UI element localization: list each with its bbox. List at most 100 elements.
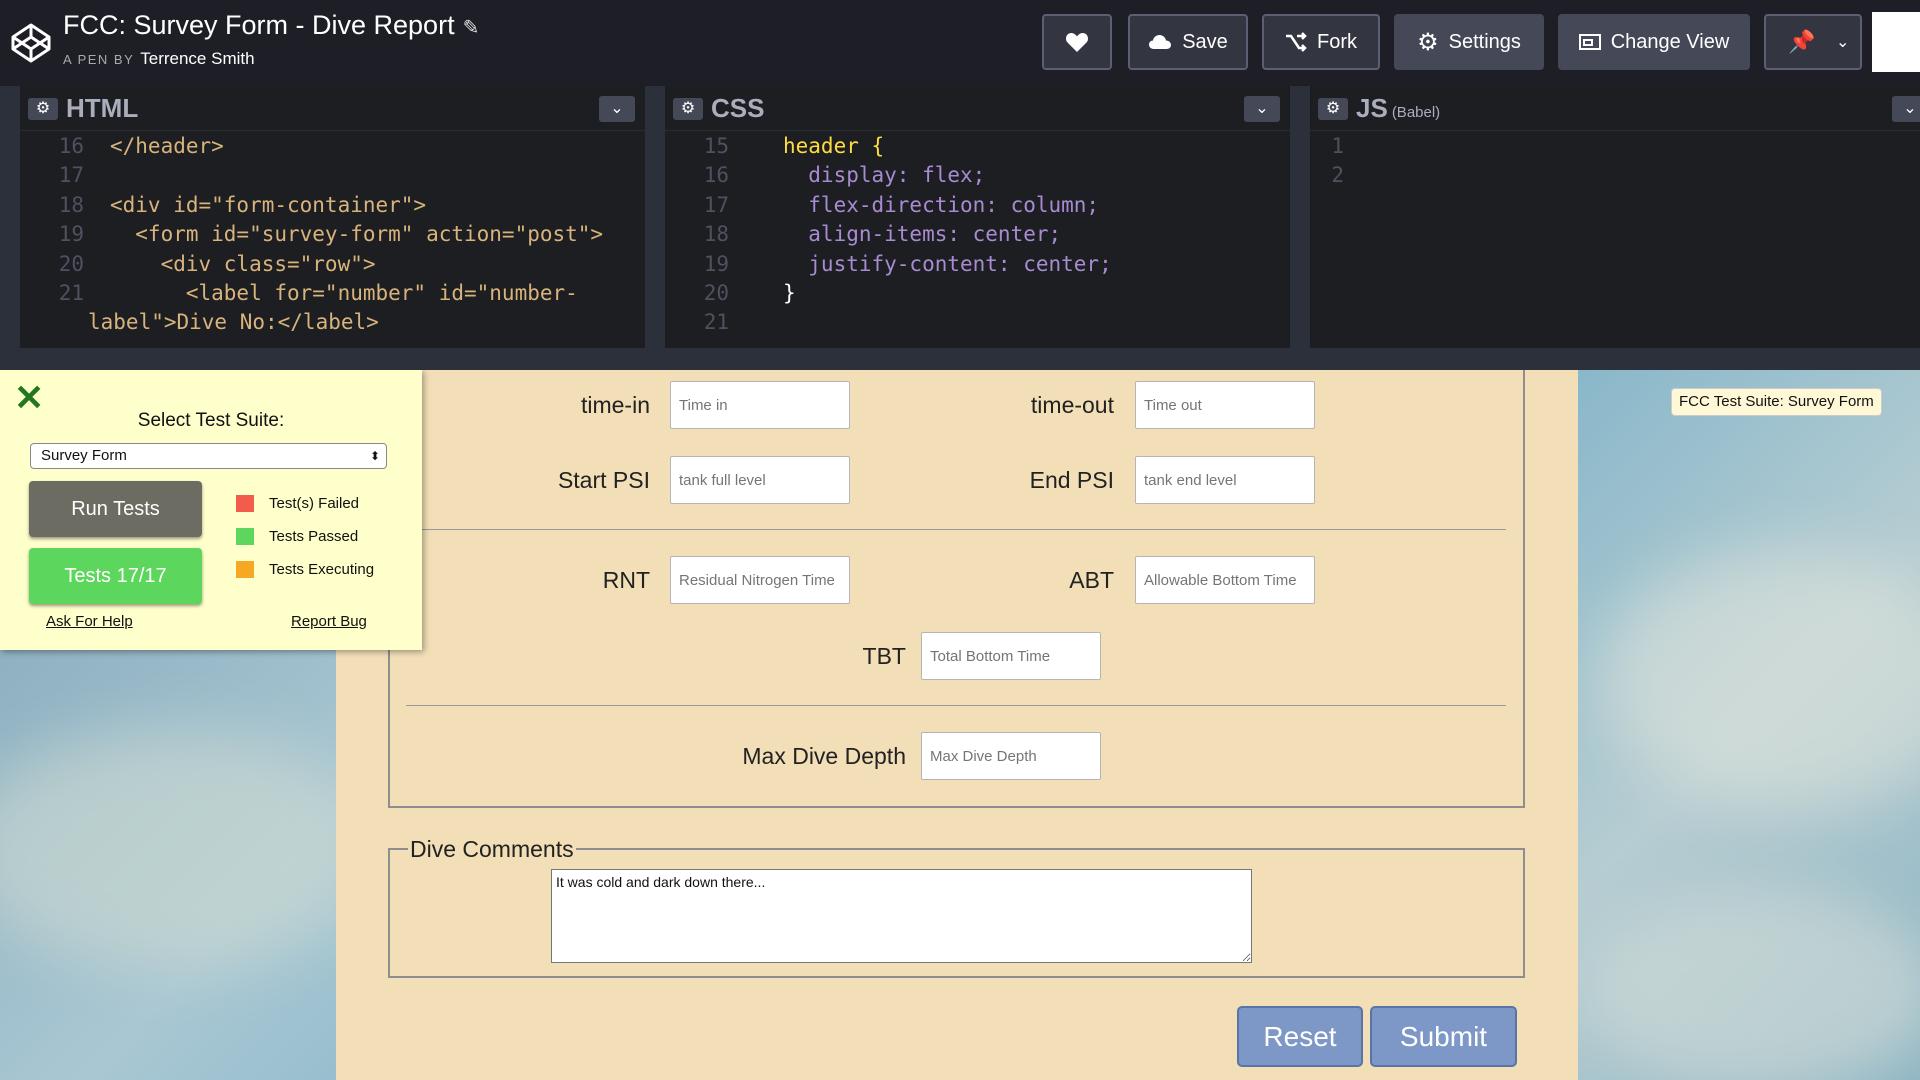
css-panel-title: CSS — [711, 93, 765, 123]
editor-resize-bar[interactable] — [0, 348, 1920, 370]
like-button[interactable] — [1042, 14, 1112, 70]
background-image — [1580, 890, 1920, 1080]
abt-input[interactable] — [1135, 556, 1315, 604]
test-suite-panel: ✕ Select Test Suite: Survey Form ⬍ Run T… — [0, 370, 422, 650]
settings-button[interactable]: ⚙ Settings — [1394, 14, 1544, 70]
code-line: align-items: center; — [783, 222, 1062, 246]
background-image — [0, 730, 380, 970]
line-number: 16 — [703, 163, 729, 187]
legend-executing-label: Tests Executing — [269, 561, 375, 578]
css-collapse-chevron-icon[interactable]: ⌄ — [1244, 96, 1280, 122]
line-number: 16 — [58, 134, 84, 158]
code-line: <label for="number" id="number- — [110, 281, 578, 305]
chevron-down-icon[interactable]: ⌄ — [1836, 32, 1849, 52]
codepen-logo-icon[interactable] — [10, 22, 52, 64]
js-collapse-chevron-icon[interactable]: ⌄ — [1892, 96, 1920, 122]
code-line: </header> — [110, 134, 224, 158]
code-line: } — [783, 281, 796, 305]
tbt-input[interactable] — [921, 632, 1101, 680]
end-psi-label: End PSI — [1029, 467, 1114, 493]
html-code[interactable]: 16 </header> 17 18 <div id="form-contain… — [20, 132, 645, 348]
save-label: Save — [1182, 30, 1228, 53]
layout-icon — [1578, 34, 1601, 50]
fork-icon — [1286, 32, 1307, 52]
ask-for-help-link[interactable]: Ask For Help — [46, 613, 133, 630]
line-number: 19 — [58, 222, 84, 246]
code-line: display: flex; — [783, 163, 986, 187]
fork-button[interactable]: Fork — [1262, 14, 1380, 70]
fork-label: Fork — [1317, 30, 1357, 53]
code-line: <div class="row"> — [110, 252, 376, 276]
test-suite-toggle[interactable]: FCC Test Suite: Survey Form — [1671, 388, 1882, 416]
test-suite-title: Select Test Suite: — [137, 410, 285, 431]
rnt-label: RNT — [602, 567, 650, 593]
comments-legend: Dive Comments — [408, 836, 576, 863]
js-code[interactable]: 1 2 — [1310, 132, 1920, 348]
preview-frame: time-in time-out Start PSI End PSI RNT A… — [0, 370, 1920, 1080]
test-suite-select[interactable]: Survey Form ⬍ — [30, 443, 387, 469]
css-settings-gear-icon[interactable]: ⚙ — [673, 98, 703, 120]
settings-label: Settings — [1448, 30, 1521, 53]
reset-button[interactable]: Reset — [1237, 1006, 1363, 1067]
end-psi-input[interactable] — [1135, 456, 1315, 504]
time-out-label: time-out — [1030, 392, 1114, 418]
rnt-input[interactable] — [670, 556, 850, 604]
submit-button[interactable]: Submit — [1370, 1006, 1517, 1067]
pen-title[interactable]: FCC: Survey Form - Dive Report ✎ — [63, 10, 479, 41]
start-psi-input[interactable] — [670, 456, 850, 504]
js-subtitle: (Babel) — [1391, 104, 1441, 121]
time-out-input[interactable] — [1135, 381, 1315, 429]
report-bug-link[interactable]: Report Bug — [291, 613, 367, 630]
pin-button[interactable]: 📌 ⌄ — [1764, 14, 1862, 70]
line-number: 18 — [58, 193, 84, 217]
code-line: <form id="survey-form" action="post"> — [110, 222, 604, 246]
gear-icon: ⚙ — [1417, 28, 1439, 56]
line-number: 18 — [703, 222, 729, 246]
max-depth-input[interactable] — [921, 732, 1101, 780]
line-number: 15 — [703, 134, 729, 158]
js-panel-title: JS (Babel) — [1356, 93, 1440, 124]
tbt-label: TBT — [862, 643, 906, 669]
failed-swatch — [236, 495, 254, 512]
js-title-text: JS — [1356, 93, 1388, 123]
comments-textarea[interactable]: It was cold and dark down there... — [551, 869, 1252, 963]
css-code[interactable]: 15 header { 16 display: flex; 17 flex-di… — [665, 132, 1290, 348]
css-panel-header: ⚙ CSS ⌄ — [665, 86, 1290, 131]
js-settings-gear-icon[interactable]: ⚙ — [1318, 98, 1348, 120]
pen-title-text: FCC: Survey Form - Dive Report — [63, 10, 455, 40]
abt-label: ABT — [1069, 567, 1114, 593]
save-button[interactable]: Save — [1128, 14, 1248, 70]
tests-count-button[interactable]: Tests 17/17 — [29, 548, 202, 604]
line-number: 1 — [1331, 134, 1344, 158]
resize-handle[interactable] — [645, 86, 665, 348]
code-line: label">Dive No:</label> — [88, 310, 379, 334]
resize-handle[interactable] — [1290, 86, 1310, 348]
html-panel-header: ⚙ HTML ⌄ — [20, 86, 645, 131]
pencil-icon[interactable]: ✎ — [463, 17, 480, 39]
html-settings-gear-icon[interactable]: ⚙ — [28, 98, 58, 120]
resize-handle-left[interactable] — [0, 86, 20, 348]
html-editor-panel: ⚙ HTML ⌄ 16 </header> 17 18 <div id="for… — [20, 86, 645, 348]
survey-form: time-in time-out Start PSI End PSI RNT A… — [336, 370, 1578, 1080]
change-view-button[interactable]: Change View — [1558, 14, 1750, 70]
legend-failed-label: Test(s) Failed — [269, 495, 360, 512]
pen-author: A PEN BY Terrence Smith — [63, 49, 255, 69]
divider — [406, 529, 1506, 530]
background-image — [1600, 550, 1920, 810]
run-tests-button[interactable]: Run Tests — [29, 481, 202, 537]
html-collapse-chevron-icon[interactable]: ⌄ — [599, 96, 635, 122]
executing-swatch — [236, 561, 254, 578]
start-psi-label: Start PSI — [557, 467, 650, 493]
code-line: flex-direction: column; — [783, 193, 1100, 217]
legend-passed-label: Tests Passed — [269, 528, 359, 545]
code-line: <div id="form-container"> — [110, 193, 427, 217]
time-in-input[interactable] — [670, 381, 850, 429]
user-avatar[interactable] — [1872, 12, 1920, 72]
author-name[interactable]: Terrence Smith — [140, 49, 254, 68]
line-number: 17 — [703, 193, 729, 217]
cloud-icon — [1149, 35, 1172, 49]
max-depth-label: Max Dive Depth — [742, 743, 906, 769]
js-panel-header: ⚙ JS (Babel) ⌄ — [1310, 86, 1920, 131]
test-suite-selected: Survey Form — [41, 447, 127, 464]
line-number: 20 — [58, 252, 84, 276]
